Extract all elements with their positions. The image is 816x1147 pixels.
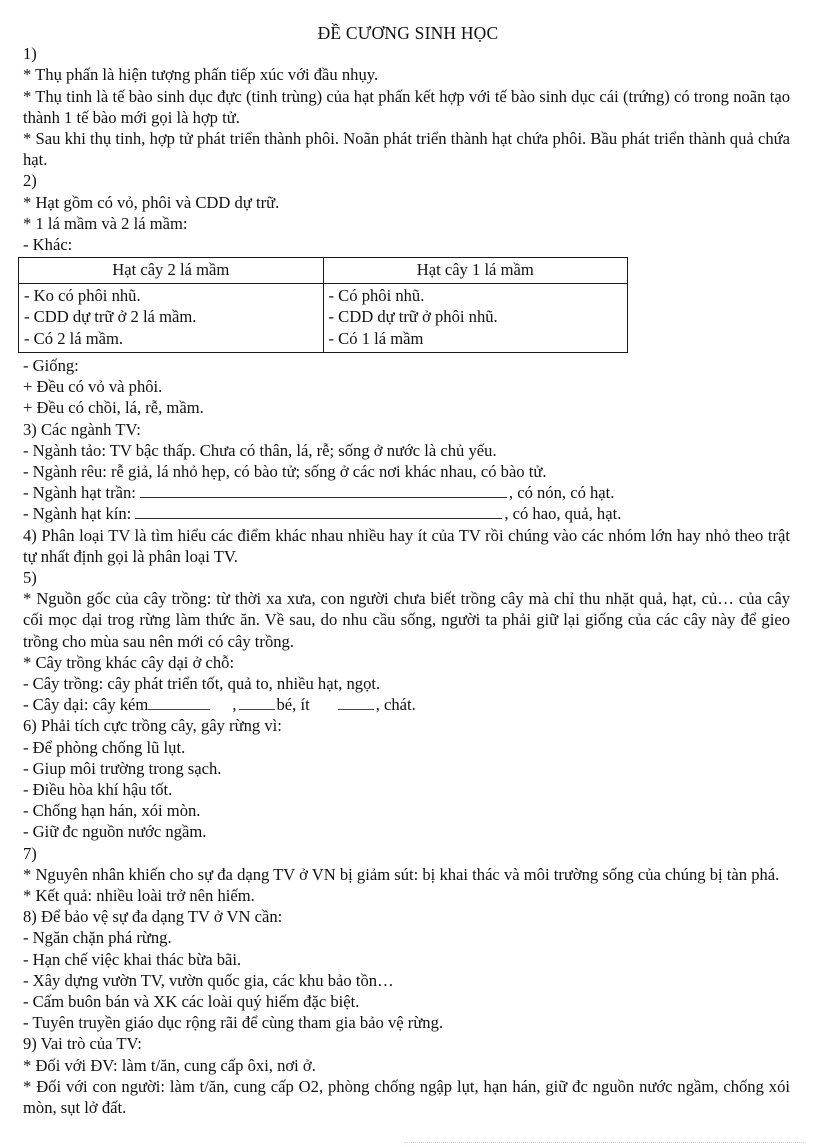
- section-9-heading: 9) Vai trò của TV:: [23, 1034, 142, 1054]
- list-item: - Để phòng chống lũ lụt.: [23, 737, 186, 757]
- section-2-line-1: * Hạt gồm có vỏ, phôi và CDD dự trữ.: [23, 192, 280, 212]
- list-item: - Tuyên truyền giáo dục rộng rãi để cùng…: [23, 1013, 444, 1033]
- list-item: - Điều hòa khí hậu tốt.: [23, 779, 173, 799]
- list-item: - Giữ đc nguồn nước ngầm.: [23, 822, 207, 842]
- section-1-line-2: * Thụ tinh là tế bào sinh dục đực (tinh …: [23, 86, 790, 127]
- section-4-text: 4) Phân loại TV là tìm hiểu các điểm khá…: [23, 525, 790, 566]
- hat-kin-blank[interactable]: [135, 503, 503, 520]
- cell-item: - Ko có phôi nhũ.: [24, 285, 141, 305]
- section-3-heading: 3) Các ngành TV:: [23, 419, 141, 439]
- section-9-line-1: * Đối với ĐV: làm t/ăn, cung cấp ôxi, nơ…: [23, 1055, 316, 1075]
- cay-dai-mid: bé, ít: [276, 695, 310, 715]
- table-header-col-1: Hạt cây 2 lá mầm: [18, 257, 324, 284]
- table-header-row: Hạt cây 2 lá mầm Hạt cây 1 lá mầm: [18, 257, 628, 284]
- page-title: ĐỀ CƯƠNG SINH HỌC: [317, 23, 499, 43]
- section-3-line-2: - Ngành rêu: rễ giả, lá nhỏ hẹp, có bào …: [23, 461, 547, 481]
- section-8-heading: 8) Để bảo vệ sự đa dạng TV ở VN cần:: [23, 907, 283, 927]
- hat-tran-label: - Ngành hạt trần:: [23, 483, 136, 503]
- cell-item: - Có phôi nhũ.: [328, 285, 425, 305]
- list-item: - Cấm buôn bán và XK các loài quý hiếm đ…: [23, 992, 360, 1011]
- hat-kin-suffix: , có hao, quả, hạt.: [504, 504, 622, 524]
- section-3-line-4: - Ngành hạt kín: , có hao, quả, hạt.: [23, 503, 790, 524]
- document-body: 1) * Thụ phấn là hiện tượng phấn tiếp xú…: [0, 43, 816, 255]
- section-7-line-2: * Kết quả: nhiều loài trở nên hiếm.: [23, 885, 255, 905]
- seed-comparison-table: Hạt cây 2 lá mầm Hạt cây 1 lá mầm - Ko c…: [18, 257, 628, 353]
- section-5-line-3: - Cây trồng: cây phát triển tốt, quả to,…: [23, 673, 381, 693]
- section-2-number: 2): [23, 171, 37, 191]
- cay-dai-blank-1[interactable]: [148, 696, 211, 711]
- section-1-line-3: * Sau khi thụ tinh, hợp tử phát triển th…: [23, 129, 790, 170]
- cay-dai-suffix: , chát.: [375, 695, 416, 715]
- section-3-line-1: - Ngành tảo: TV bậc thấp. Chưa có thân, …: [23, 440, 497, 460]
- table-header-col-2: Hạt cây 1 lá mầm: [322, 257, 628, 284]
- section-2-line-3: - Khác:: [23, 235, 73, 255]
- cay-dai-blank-2[interactable]: [238, 696, 275, 711]
- section-6-heading: 6) Phải tích cực trồng cây, gây rừng vì:: [23, 716, 282, 736]
- hat-kin-label: - Ngành hạt kín:: [23, 504, 132, 524]
- cell-item: - CDD dự trữ ở 2 lá mầm.: [24, 307, 197, 327]
- section-7-line-1: * Nguyên nhân khiến cho sự đa dạng TV ở …: [23, 864, 780, 884]
- section-9-line-2: * Đối với con người: làm t/ăn, cung cấp …: [23, 1076, 790, 1118]
- list-item: - Giup môi trường trong sạch.: [23, 758, 222, 778]
- cell-item: - Có 2 lá mầm.: [24, 328, 124, 348]
- document-page: ĐỀ CƯƠNG SINH HỌC 1) * Thụ phấn là hiện …: [0, 23, 816, 1147]
- table-cell-col-2: - Có phôi nhũ. - CDD dự trữ ở phôi nhũ. …: [322, 282, 628, 353]
- cay-dai-blank-3[interactable]: [337, 696, 374, 711]
- section-5-line-2: * Cây trồng khác cây dại ở chỗ:: [23, 652, 235, 672]
- section-7-number: 7): [23, 843, 37, 863]
- table-cell-col-1: - Ko có phôi nhũ. - CDD dự trữ ở 2 lá mầ…: [18, 282, 324, 353]
- list-item: - Hạn chế việc khai thác bừa bãi.: [23, 949, 242, 969]
- bottom-dotted-rule: [404, 1142, 804, 1143]
- hat-tran-suffix: , có nón, có hạt.: [508, 483, 615, 503]
- comparison-table-wrapper: Hạt cây 2 lá mầm Hạt cây 1 lá mầm - Ko c…: [0, 255, 816, 355]
- list-item: - Chống hạn hán, xói mòn.: [23, 801, 201, 821]
- list-item: - Ngăn chặn phá rừng.: [23, 928, 172, 948]
- section-5-number: 5): [23, 567, 37, 587]
- section-2-line-5: + Đều có vỏ và phôi.: [23, 377, 163, 397]
- section-5-line-4: - Cây dại: cây kém, bé, ít , chát.: [23, 694, 790, 715]
- section-3-line-3: - Ngành hạt trần: , có nón, có hạt.: [23, 482, 790, 503]
- table-row: - Ko có phôi nhũ. - CDD dự trữ ở 2 lá mầ…: [18, 282, 628, 353]
- cay-dai-comma-1: ,: [232, 695, 237, 715]
- document-body-continued: - Giống: + Đều có vỏ và phôi. + Đều có c…: [0, 355, 816, 1118]
- section-1-line-1: * Thụ phấn là hiện tượng phấn tiếp xúc v…: [23, 65, 379, 85]
- section-1-number: 1): [23, 44, 37, 64]
- section-5-line-1: * Nguồn gốc của cây trồng: từ thời xa xư…: [23, 589, 790, 651]
- cell-item: - CDD dự trữ ở phôi nhũ.: [328, 307, 498, 327]
- section-2-line-4: - Giống:: [23, 355, 79, 375]
- cell-item: - Có 1 lá mầm: [328, 328, 424, 348]
- cay-dai-label: - Cây dại: cây kém: [23, 695, 149, 715]
- hat-tran-blank[interactable]: [139, 482, 507, 499]
- section-2-line-6: + Đều có chồi, lá, rễ, mầm.: [23, 398, 204, 418]
- section-2-line-2: * 1 lá mầm và 2 lá mầm:: [23, 213, 188, 233]
- list-item: - Xây dựng vườn TV, vườn quốc gia, các k…: [23, 970, 394, 990]
